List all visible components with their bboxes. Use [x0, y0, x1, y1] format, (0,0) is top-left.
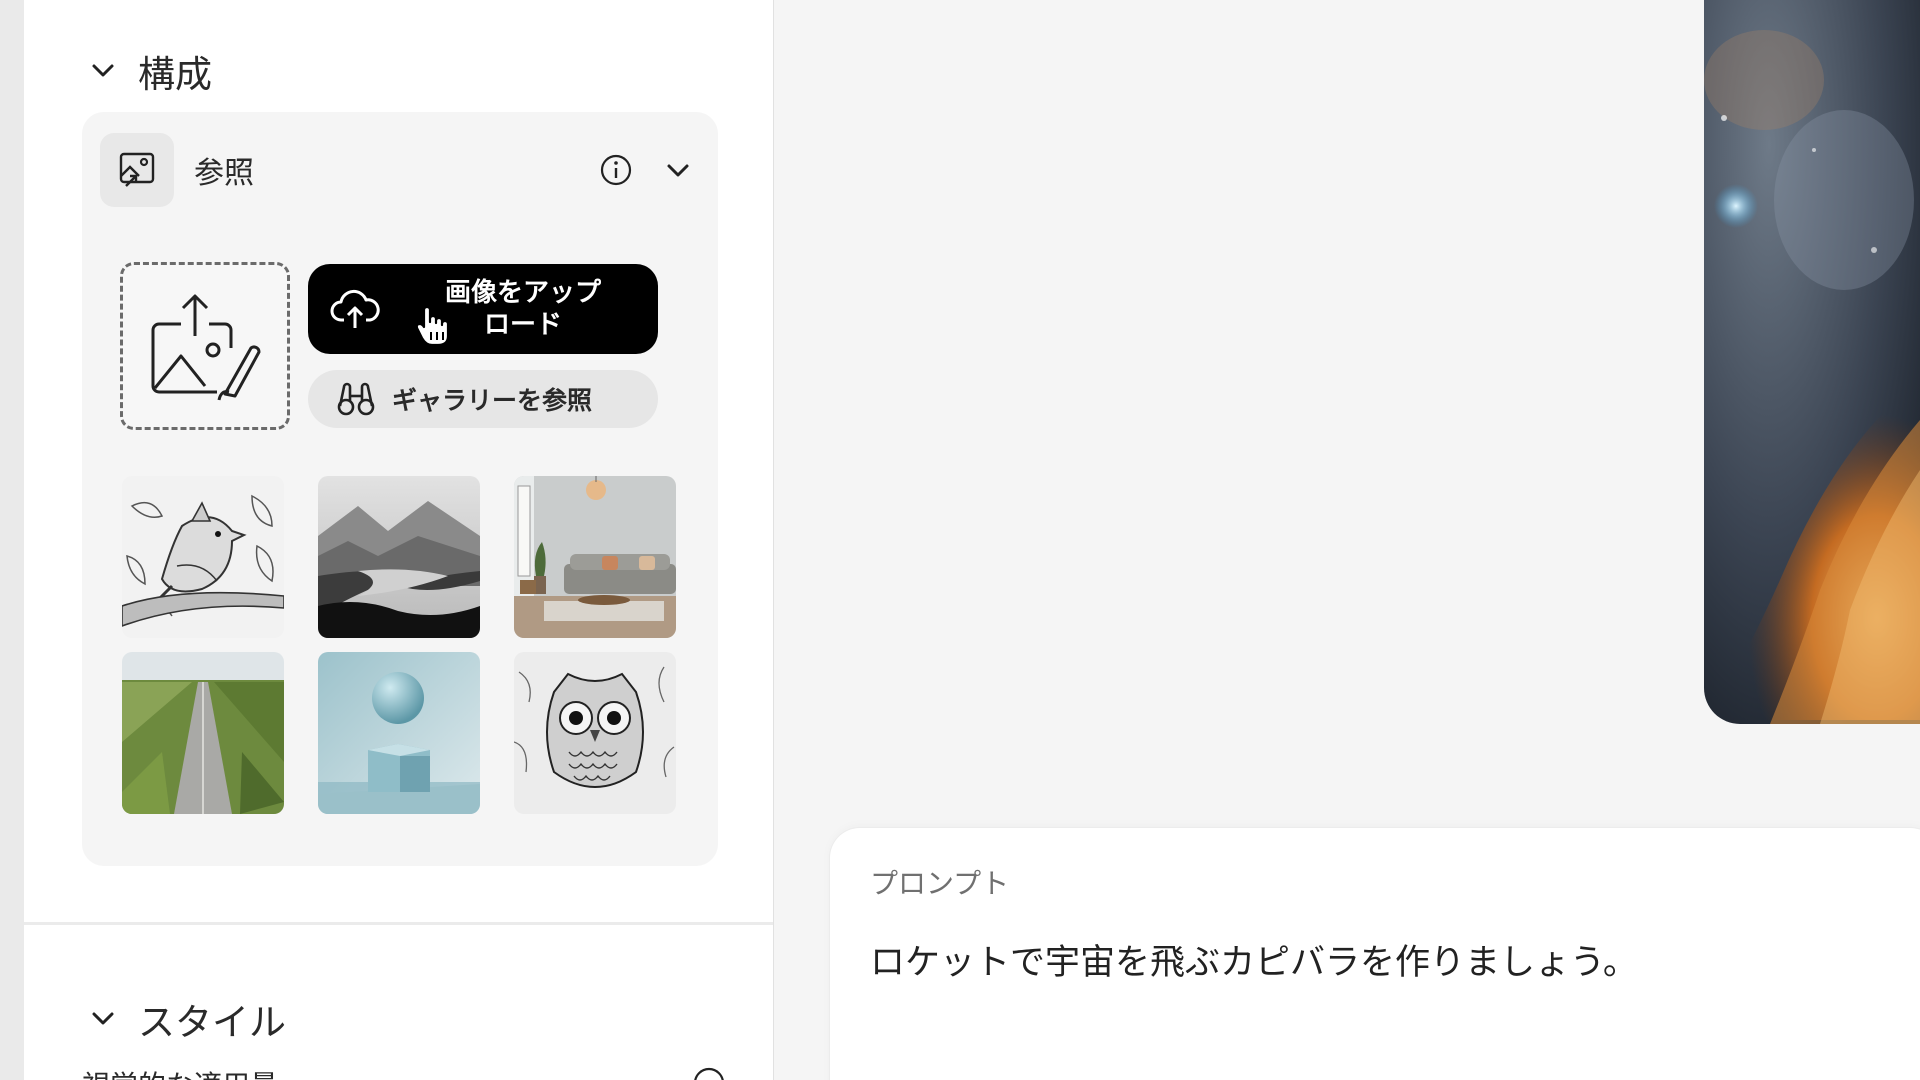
- thumbnail-bird-sketch[interactable]: [122, 476, 284, 638]
- prompt-input[interactable]: ロケットで宇宙を飛ぶカピバラを作りましょう。: [870, 934, 1638, 985]
- gallery-button-label: ギャラリーを参照: [392, 386, 593, 415]
- chevron-down-icon: [667, 164, 689, 177]
- browse-gallery-button[interactable]: ギャラリーを参照: [308, 370, 658, 428]
- reference-header: 参照: [100, 132, 700, 208]
- upload-image-icon: [151, 294, 261, 401]
- upload-image-button[interactable]: 画像をアップ ロード: [308, 264, 658, 354]
- thumbnail-misty-mountain-lake[interactable]: [318, 476, 480, 638]
- binoculars-icon: [337, 382, 375, 416]
- thumbnail-sphere-on-cube[interactable]: [318, 652, 480, 814]
- reference-image-icon: [100, 133, 174, 207]
- cloud-upload-icon: [330, 289, 380, 328]
- style-title: スタイル: [138, 1001, 286, 1044]
- reference-label: 参照: [194, 156, 254, 191]
- settings-panel: 構成 参照 画像をアップ ロード ギャラリーを参照 スタイル: [24, 0, 774, 1080]
- chevron-down-icon: [92, 64, 114, 77]
- image-dropzone[interactable]: [120, 262, 290, 430]
- section-divider: [24, 922, 773, 925]
- prompt-label: プロンプト: [870, 867, 1010, 900]
- style-section-toggle[interactable]: スタイル: [90, 992, 286, 1046]
- reference-collapse-button[interactable]: [656, 148, 700, 192]
- thumbnail-country-road[interactable]: [122, 652, 284, 814]
- thumbnail-owl-sketch[interactable]: [514, 652, 676, 814]
- composition-section-toggle[interactable]: 構成: [90, 44, 212, 98]
- generated-image-preview[interactable]: [1704, 0, 1920, 724]
- visual-intensity-label: 視覚的な適用量: [82, 1064, 278, 1080]
- info-icon[interactable]: [692, 1066, 726, 1080]
- composition-title: 構成: [138, 53, 212, 96]
- window-edge: [0, 0, 24, 1080]
- info-icon[interactable]: [594, 148, 638, 192]
- reference-card: 参照 画像をアップ ロード ギャラリーを参照: [82, 112, 718, 866]
- hand-cursor-icon: [415, 305, 450, 347]
- chevron-down-icon: [92, 1012, 114, 1025]
- prompt-box[interactable]: プロンプト ロケットで宇宙を飛ぶカピバラを作りましょう。: [830, 828, 1920, 1080]
- thumbnail-living-room[interactable]: [514, 476, 676, 638]
